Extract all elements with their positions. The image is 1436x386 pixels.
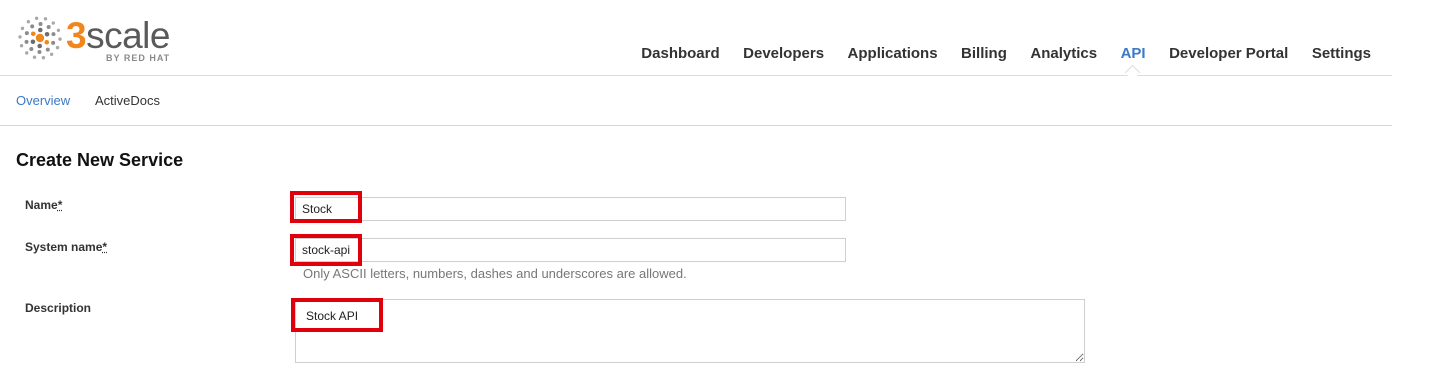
system-name-label: System name* bbox=[25, 240, 107, 254]
system-name-input[interactable] bbox=[295, 238, 846, 262]
description-label: Description bbox=[25, 301, 92, 315]
brand-logo[interactable]: 3scale BY RED HAT bbox=[14, 12, 194, 66]
logo-subtitle: BY RED HAT bbox=[106, 53, 171, 63]
nav-billing[interactable]: Billing bbox=[961, 45, 1007, 65]
nav-settings[interactable]: Settings bbox=[1312, 45, 1371, 65]
logo-word: scale bbox=[86, 15, 170, 56]
system-name-required-mark: * bbox=[102, 240, 108, 254]
nav-api[interactable]: API bbox=[1121, 45, 1146, 65]
sub-nav: Overview ActiveDocs bbox=[0, 76, 1392, 126]
top-header: 3scale BY RED HAT Dashboard Developers A… bbox=[0, 0, 1392, 76]
name-label: Name* bbox=[25, 198, 62, 212]
subnav-overview[interactable]: Overview bbox=[16, 93, 70, 108]
logo-dots-icon bbox=[18, 16, 62, 60]
logo-number: 3 bbox=[66, 15, 87, 56]
nav-applications[interactable]: Applications bbox=[848, 45, 938, 65]
name-required-mark: * bbox=[57, 198, 63, 212]
main-nav: Dashboard Developers Applications Billin… bbox=[618, 45, 1371, 65]
page-title: Create New Service bbox=[16, 150, 184, 170]
nav-developers[interactable]: Developers bbox=[743, 45, 824, 65]
nav-developer-portal[interactable]: Developer Portal bbox=[1169, 45, 1288, 65]
nav-analytics[interactable]: Analytics bbox=[1030, 45, 1097, 65]
description-textarea[interactable]: Stock API bbox=[295, 299, 1085, 363]
nav-dashboard[interactable]: Dashboard bbox=[641, 45, 719, 65]
system-name-hint: Only ASCII letters, numbers, dashes and … bbox=[303, 266, 687, 281]
system-name-label-text: System name bbox=[25, 240, 103, 254]
logo-text: 3scale bbox=[66, 16, 170, 56]
name-input[interactable] bbox=[295, 197, 846, 221]
subnav-activedocs[interactable]: ActiveDocs bbox=[95, 93, 160, 108]
name-label-text: Name bbox=[25, 198, 58, 212]
